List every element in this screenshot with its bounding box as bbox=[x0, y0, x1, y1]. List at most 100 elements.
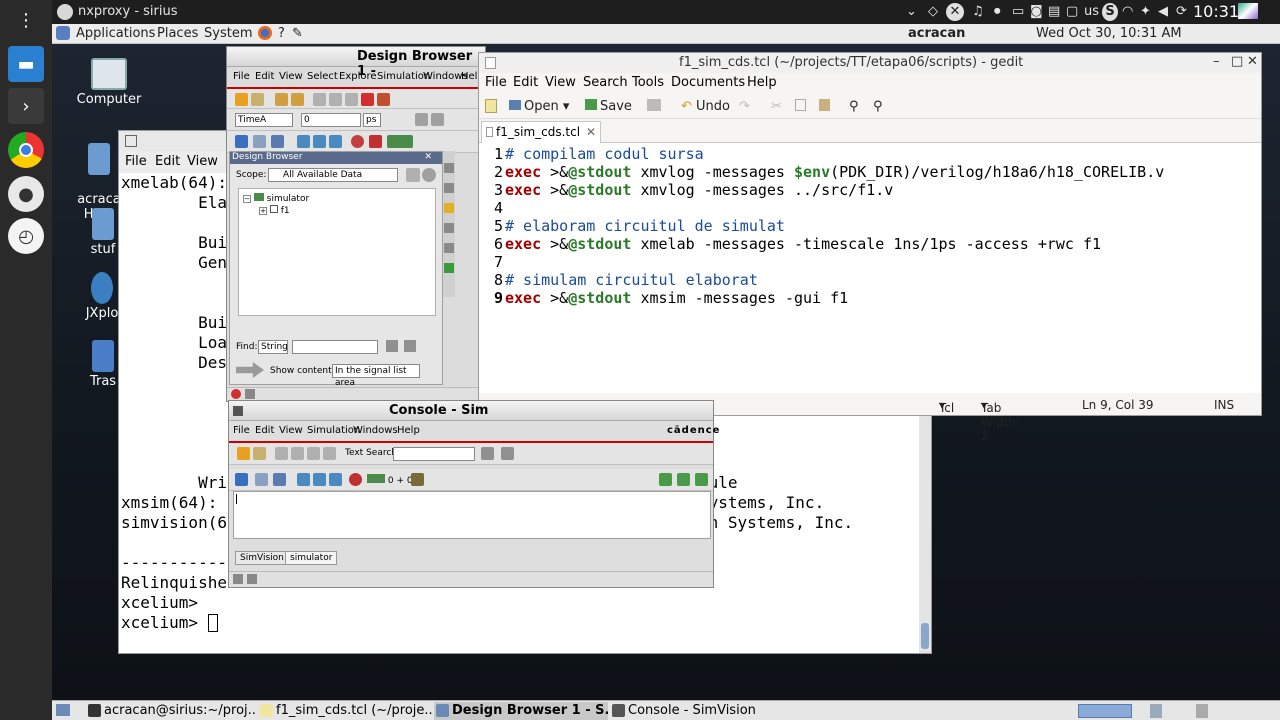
copy-icon[interactable] bbox=[329, 93, 342, 106]
bluetooth-icon[interactable]: ✦ bbox=[1140, 3, 1151, 21]
design-browser-titlebar[interactable]: Design Browser 1 - bbox=[227, 47, 485, 79]
side-tool-icon[interactable] bbox=[444, 223, 454, 233]
task-console[interactable]: Console - SimVision bbox=[610, 702, 780, 720]
console-window[interactable]: Console - Sim File Edit View Simulation … bbox=[228, 400, 719, 588]
gear-icon[interactable] bbox=[422, 168, 436, 182]
redo-icon[interactable]: ↷ bbox=[739, 99, 750, 114]
help-icon[interactable]: ? bbox=[278, 26, 285, 41]
settings-icon[interactable] bbox=[245, 389, 255, 399]
delete-icon[interactable] bbox=[323, 447, 336, 460]
copy-icon[interactable] bbox=[795, 99, 806, 111]
design-tree[interactable]: − simulator + f1 bbox=[238, 188, 436, 316]
edit-icon[interactable]: ✎ bbox=[292, 26, 303, 41]
save-icon[interactable] bbox=[247, 574, 257, 584]
gedit-window[interactable]: f1_sim_cds.tcl (~/projects/TT/etapa06/sc… bbox=[478, 52, 1262, 443]
stop-icon[interactable] bbox=[349, 473, 362, 486]
panel-datetime[interactable]: Wed Oct 30, 10:31 AM bbox=[1036, 26, 1182, 41]
arrow-left-icon[interactable] bbox=[415, 113, 428, 126]
menu-system[interactable]: System bbox=[204, 26, 252, 41]
menu-places[interactable]: Places bbox=[157, 26, 198, 41]
search-icon[interactable] bbox=[406, 168, 420, 182]
firefox-icon[interactable] bbox=[258, 26, 272, 40]
close-icon[interactable]: ✕ bbox=[424, 152, 432, 162]
db-menu-explore[interactable]: Explore bbox=[339, 71, 377, 82]
pause-icon[interactable] bbox=[255, 473, 268, 486]
binoculars-icon[interactable] bbox=[481, 447, 494, 460]
undo-button[interactable]: ↶ Undo bbox=[681, 99, 730, 114]
paste-icon[interactable] bbox=[345, 93, 358, 106]
console-action-icon[interactable] bbox=[695, 473, 708, 486]
trash-icon[interactable] bbox=[1196, 704, 1208, 718]
new-document-icon[interactable] bbox=[485, 99, 497, 113]
terminal-menu-file[interactable]: File bbox=[125, 154, 147, 169]
volume-icon[interactable]: ◀ bbox=[1158, 3, 1168, 21]
tree-item-simulator[interactable]: − simulator bbox=[243, 193, 309, 204]
chrome-icon[interactable] bbox=[8, 132, 44, 168]
open-icon[interactable] bbox=[253, 447, 266, 460]
step-over-icon[interactable] bbox=[313, 473, 326, 486]
task-terminal[interactable]: acracan@sirius:~/proj... bbox=[86, 702, 256, 720]
send-arrow-icon[interactable] bbox=[236, 362, 264, 378]
console-action-icon[interactable] bbox=[659, 473, 672, 486]
expand-icon[interactable]: − bbox=[243, 195, 251, 203]
tree-item-f1[interactable]: + f1 bbox=[259, 205, 290, 216]
code-text[interactable]: # compilam codul sursa exec >&@stdout xm… bbox=[505, 145, 1164, 307]
close-icon[interactable]: ✕ bbox=[1247, 54, 1258, 69]
binoculars-icon[interactable] bbox=[386, 340, 398, 352]
terminal-scroll-thumb[interactable] bbox=[921, 623, 929, 649]
db-menu-select[interactable]: Select bbox=[307, 71, 338, 82]
files-icon[interactable]: ▬ bbox=[8, 46, 44, 82]
camera-icon[interactable]: ◙ bbox=[1030, 3, 1043, 21]
code-editor[interactable]: 123456789 # compilam codul sursa exec >&… bbox=[479, 143, 1261, 393]
run-icon[interactable] bbox=[235, 135, 248, 148]
time-counter-icon[interactable] bbox=[387, 135, 413, 148]
copy-icon[interactable] bbox=[291, 447, 304, 460]
bell-icon[interactable]: ♫ bbox=[972, 3, 984, 21]
terminal-icon[interactable]: › bbox=[8, 88, 44, 124]
tab-width-select[interactable]: Tab Width: 2 ▾ bbox=[981, 398, 1020, 443]
settings-icon[interactable] bbox=[233, 574, 243, 584]
workspace-2[interactable] bbox=[1150, 704, 1162, 718]
sync-icon[interactable]: ⟳ bbox=[1176, 3, 1187, 21]
run-icon[interactable] bbox=[235, 473, 248, 486]
find-icon[interactable]: ⚲ bbox=[849, 99, 859, 114]
chevron-down-icon[interactable]: ⌄ bbox=[906, 3, 917, 21]
app-grid-icon[interactable] bbox=[1238, 3, 1258, 19]
stop-sim-icon[interactable] bbox=[231, 389, 241, 399]
db-menu-file[interactable]: File bbox=[233, 71, 250, 82]
workspace-switcher[interactable] bbox=[1078, 704, 1132, 718]
folder-icon[interactable]: ▤ bbox=[1048, 3, 1060, 21]
step-icon[interactable] bbox=[297, 473, 310, 486]
diamond-icon[interactable]: ◇ bbox=[928, 3, 938, 21]
console-tab-simulator[interactable]: simulator bbox=[285, 551, 338, 565]
skype-icon[interactable]: S bbox=[1102, 3, 1118, 21]
erase-icon[interactable] bbox=[377, 93, 390, 106]
find-type-select[interactable]: String bbox=[258, 340, 288, 354]
gedit-titlebar[interactable]: f1_sim_cds.tcl (~/projects/TT/etapa06/sc… bbox=[479, 53, 1261, 73]
tab-close-icon[interactable]: ✕ bbox=[586, 125, 596, 139]
language-select[interactable]: Tcl ▾ bbox=[939, 398, 954, 415]
gedit-menu-documents[interactable]: Documents bbox=[671, 75, 745, 90]
clock-app-icon[interactable]: ◴ bbox=[8, 218, 44, 254]
step-icon[interactable] bbox=[297, 135, 310, 148]
keyboard-layout[interactable]: us bbox=[1084, 3, 1099, 21]
wifi-icon[interactable]: ◠ bbox=[1122, 3, 1133, 21]
tab-f1-sim-cds[interactable]: f1_sim_cds.tcl ✕ bbox=[481, 121, 601, 143]
save-button[interactable]: Save bbox=[585, 99, 632, 114]
console-menu-view[interactable]: View bbox=[279, 425, 303, 436]
rewind-icon[interactable] bbox=[271, 135, 284, 148]
cut-icon[interactable] bbox=[313, 93, 326, 106]
new-icon[interactable] bbox=[235, 93, 248, 106]
gedit-menu-tools[interactable]: Tools bbox=[632, 75, 664, 90]
rewind-icon[interactable] bbox=[273, 473, 286, 486]
scope-select[interactable]: All Available Data bbox=[268, 168, 398, 182]
step-out-icon[interactable] bbox=[329, 135, 342, 148]
console-titlebar[interactable]: Console - Sim bbox=[229, 401, 713, 421]
pause-icon[interactable] bbox=[253, 135, 266, 148]
print-icon[interactable] bbox=[647, 99, 661, 111]
time-marker-select[interactable]: TimeA bbox=[235, 113, 293, 127]
text-search-input[interactable] bbox=[393, 447, 475, 461]
battery-icon[interactable]: ▭ bbox=[1012, 3, 1024, 21]
console-menu-file[interactable]: File bbox=[233, 425, 250, 436]
new-icon[interactable] bbox=[237, 447, 250, 460]
